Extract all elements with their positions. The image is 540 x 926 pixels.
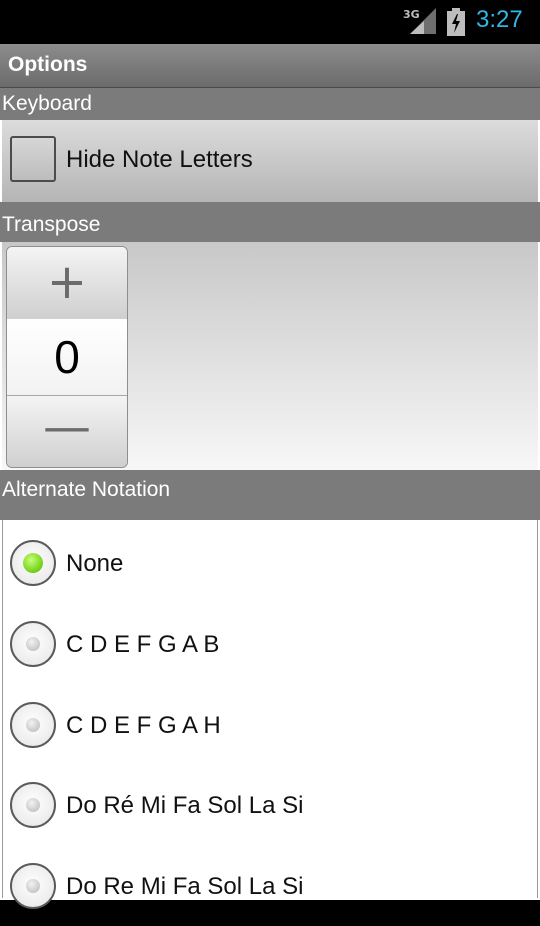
transpose-panel: + 0 — — [2, 242, 538, 470]
radio-indicator — [26, 637, 40, 651]
notation-option-label[interactable]: Do Ré Mi Fa Sol La Si — [66, 792, 303, 820]
notation-option-none[interactable]: None — [3, 523, 537, 603]
notation-option-label[interactable]: C D E F G A B — [66, 631, 219, 659]
notation-option-do-re-mi-accented[interactable]: Do Ré Mi Fa Sol La Si — [3, 765, 537, 845]
notation-option-do-re-mi[interactable]: Do Re Mi Fa Sol La Si — [3, 846, 537, 926]
transpose-increment-button[interactable]: + — [7, 247, 127, 320]
page-title: Options — [8, 53, 88, 76]
transpose-number-picker: + 0 — — [6, 246, 128, 468]
radio-button[interactable] — [10, 702, 56, 748]
notation-option-label[interactable]: None — [66, 550, 123, 578]
alternate-notation-radio-group: None C D E F G A B C D E F G A H Do Ré M… — [2, 520, 538, 909]
keyboard-panel: Hide Note Letters — [2, 120, 538, 202]
status-bar: 3G 3:27 — [0, 0, 540, 44]
section-header-label: Alternate Notation — [2, 478, 171, 501]
signal-icon — [410, 8, 436, 34]
radio-button[interactable] — [10, 621, 56, 667]
title-bar: Options — [0, 44, 540, 88]
battery-charging-icon — [447, 8, 465, 36]
radio-indicator — [26, 879, 40, 893]
hide-note-letters-label[interactable]: Hide Note Letters — [66, 146, 253, 174]
notation-option-label[interactable]: Do Re Mi Fa Sol La Si — [66, 873, 303, 901]
transpose-decrement-button[interactable]: — — [7, 395, 127, 467]
transpose-value[interactable]: 0 — [7, 319, 127, 395]
radio-button[interactable] — [10, 540, 56, 586]
clock: 3:27 — [476, 6, 523, 33]
radio-indicator — [26, 798, 40, 812]
notation-option-cdefgah[interactable]: C D E F G A H — [3, 685, 537, 765]
radio-button[interactable] — [10, 863, 56, 909]
notation-option-label[interactable]: C D E F G A H — [66, 712, 221, 740]
section-header-transpose: Transpose — [0, 202, 540, 242]
options-content: Keyboard Hide Note Letters Transpose + 0… — [0, 88, 540, 909]
section-header-keyboard: Keyboard — [0, 88, 540, 120]
radio-selected-indicator — [23, 553, 43, 573]
hide-note-letters-checkbox[interactable] — [10, 136, 56, 182]
section-header-label: Keyboard — [2, 92, 92, 115]
section-header-label: Transpose — [2, 213, 101, 236]
radio-button[interactable] — [10, 782, 56, 828]
radio-indicator — [26, 718, 40, 732]
section-header-alternate-notation: Alternate Notation — [0, 470, 540, 520]
notation-option-cdefgab[interactable]: C D E F G A B — [3, 604, 537, 684]
